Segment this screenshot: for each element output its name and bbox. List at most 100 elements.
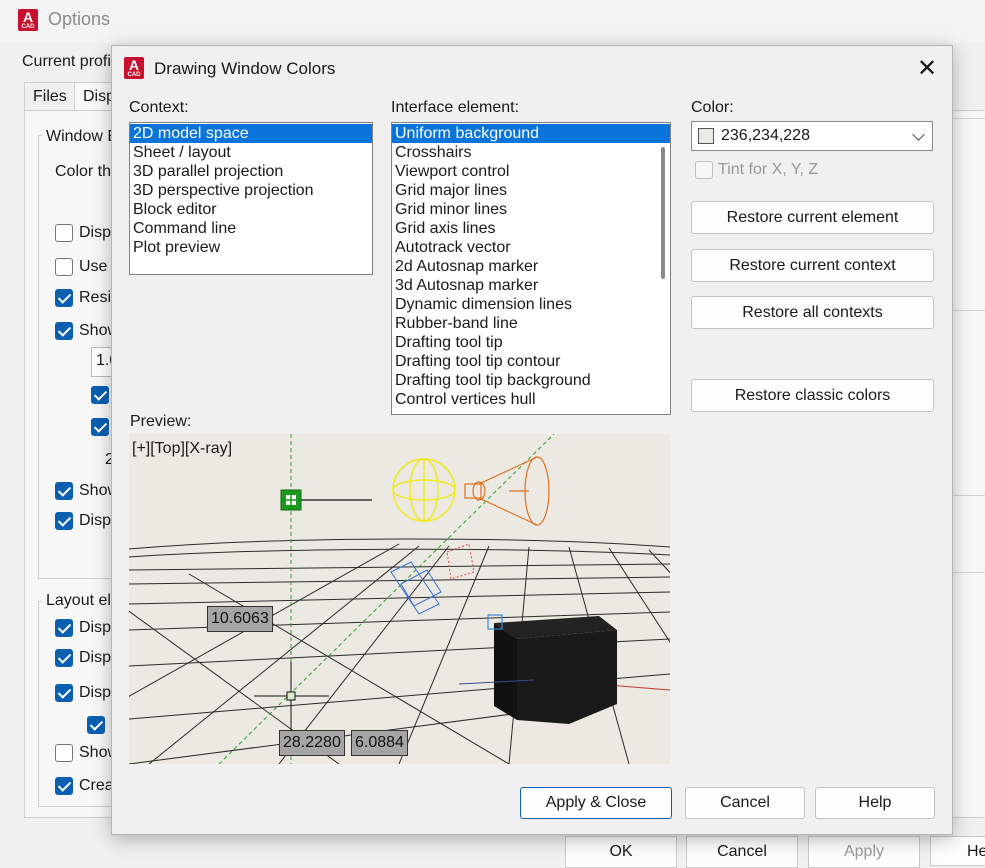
bg-fragment — [951, 118, 985, 137]
interface-element-list-item[interactable]: Drafting tool tip background — [392, 371, 670, 390]
interface-element-list-item[interactable]: Grid minor lines — [392, 200, 670, 219]
layout-checkbox[interactable] — [55, 684, 73, 702]
interface-element-list-item[interactable]: Viewport control — [392, 162, 670, 181]
context-list-item[interactable]: Plot preview — [130, 238, 372, 257]
options-cancel-button[interactable]: Cancel — [686, 836, 798, 868]
context-label: Context: — [129, 99, 189, 116]
context-list-item[interactable]: 3D parallel projection — [130, 162, 372, 181]
option-checkbox[interactable] — [55, 322, 73, 340]
tab-files[interactable]: Files — [24, 82, 76, 111]
bg-fragment — [951, 572, 985, 591]
dynamic-dimension-tooltip: 10.6063 — [207, 606, 273, 632]
layout-checkbox-label: Disp — [79, 619, 112, 636]
tint-checkbox[interactable] — [695, 161, 713, 179]
option-checkbox[interactable] — [55, 482, 73, 500]
interface-element-label: Interface element: — [391, 99, 520, 116]
option-checkbox-label: Resi — [79, 289, 112, 306]
grid-line — [398, 545, 490, 764]
grid-line — [129, 576, 670, 585]
chevron-down-icon — [912, 128, 925, 141]
layout-checkbox[interactable] — [55, 649, 73, 667]
apply-close-button[interactable]: Apply & Close — [520, 787, 672, 819]
interface-element-list-item[interactable]: Crosshairs — [392, 143, 670, 162]
interface-element-list-item[interactable]: Control vertices hull — [392, 390, 670, 409]
camera-body — [390, 561, 440, 615]
layout-checkbox-label: Disp — [79, 684, 112, 701]
interface-element-list-item[interactable]: Drafting tool tip contour — [392, 352, 670, 371]
interface-element-list-item[interactable]: Rubber-band line — [392, 314, 670, 333]
layout-checkbox[interactable] — [55, 777, 73, 795]
option-sub-checkbox[interactable] — [91, 386, 109, 404]
grid-horizon-line — [129, 538, 670, 550]
context-list-item[interactable]: Command line — [130, 219, 372, 238]
option-checkbox-label: Disp — [79, 512, 112, 529]
interface-element-listbox[interactable]: Uniform background Crosshairs Viewport con… — [391, 122, 671, 415]
interface-element-list-item[interactable]: Autotrack vector — [392, 238, 670, 257]
color-dropdown[interactable]: 236,234,228 — [691, 121, 933, 151]
option-checkbox[interactable] — [55, 289, 73, 307]
interface-list-scrollbar[interactable] — [656, 123, 670, 414]
restore-current-element-button[interactable]: Restore current element — [691, 201, 934, 234]
options-ok-button[interactable]: OK — [565, 836, 677, 868]
preview-canvas: [+][Top][X-ray] 10.6063 28.2280 6.0884 — [129, 434, 670, 764]
interface-element-list-item[interactable]: Uniform background — [392, 124, 670, 143]
options-titlebar: A CAD Options — [0, 0, 985, 42]
autocad-app-icon: A CAD — [18, 9, 38, 31]
bg-fragment — [951, 310, 985, 329]
cube-object — [458, 616, 617, 724]
current-profile-label: Current profil — [22, 53, 115, 70]
cancel-button[interactable]: Cancel — [685, 787, 805, 819]
viewport-control-label: [+][Top][X-ray] — [132, 440, 233, 457]
close-icon[interactable]: ✕ — [912, 54, 942, 84]
crosshair-cursor — [254, 662, 329, 734]
interface-element-list-item[interactable]: Dynamic dimension lines — [392, 295, 670, 314]
options-apply-button[interactable]: Apply — [808, 836, 920, 868]
restore-all-contexts-button[interactable]: Restore all contexts — [691, 296, 934, 329]
grid-line — [648, 549, 670, 574]
dynamic-dimension-tooltip: 6.0884 — [351, 730, 408, 756]
dialog-title: Drawing Window Colors — [154, 59, 336, 78]
option-checkbox-label: Disp — [79, 224, 112, 241]
option-checkbox-label: Use — [79, 258, 108, 275]
grid-line — [129, 563, 670, 571]
drawing-window-colors-dialog: A CAD Drawing Window Colors ✕ Context: 2D… — [111, 45, 953, 835]
option-checkbox[interactable] — [55, 512, 73, 530]
context-list-item[interactable]: 3D perspective projection — [130, 181, 372, 200]
layout-sub-checkbox[interactable] — [87, 716, 105, 734]
context-list-item[interactable]: 2D model space — [130, 124, 372, 143]
restore-current-context-button[interactable]: Restore current context — [691, 249, 934, 282]
options-help-button[interactable]: He — [930, 836, 985, 866]
preview-label: Preview: — [130, 413, 192, 430]
option-checkbox[interactable] — [55, 224, 73, 242]
layout-checkbox-label: Crea — [79, 777, 114, 794]
options-window-title: Options — [48, 9, 111, 29]
spotlight-glyph — [464, 456, 550, 526]
color-value: 236,234,228 — [721, 127, 810, 144]
interface-element-list-item[interactable]: Grid major lines — [392, 181, 670, 200]
color-swatch — [698, 128, 714, 144]
preview-scene — [129, 434, 670, 764]
color-label: Color: — [691, 99, 734, 116]
spot-neck — [472, 481, 486, 501]
interface-element-list-item[interactable]: Grid axis lines — [392, 219, 670, 238]
layout-checkbox-label: Disp — [79, 649, 112, 666]
ucs-origin-marker — [280, 489, 372, 511]
tint-label: Tint for X, Y, Z — [718, 161, 819, 178]
context-list-item[interactable]: Block editor — [130, 200, 372, 219]
layout-checkbox[interactable] — [55, 619, 73, 637]
point-light-glyph — [392, 458, 456, 522]
interface-element-list-item[interactable]: 2d Autosnap marker — [392, 257, 670, 276]
grid-line — [608, 547, 670, 644]
grid-line — [129, 548, 670, 558]
restore-classic-colors-button[interactable]: Restore classic colors — [691, 379, 934, 412]
interface-element-list-item[interactable]: Drafting tool tip — [392, 333, 670, 352]
context-listbox[interactable]: 2D model space Sheet / layout 3D parallel … — [129, 122, 373, 275]
option-checkbox[interactable] — [55, 258, 73, 276]
layout-checkbox[interactable] — [55, 744, 73, 762]
z-axis-line — [218, 434, 555, 764]
help-button[interactable]: Help — [815, 787, 935, 819]
context-list-item[interactable]: Sheet / layout — [130, 143, 372, 162]
option-sub-checkbox[interactable] — [91, 418, 109, 436]
interface-element-list-item[interactable]: 3d Autosnap marker — [392, 276, 670, 295]
scrollbar-thumb[interactable] — [661, 147, 665, 279]
